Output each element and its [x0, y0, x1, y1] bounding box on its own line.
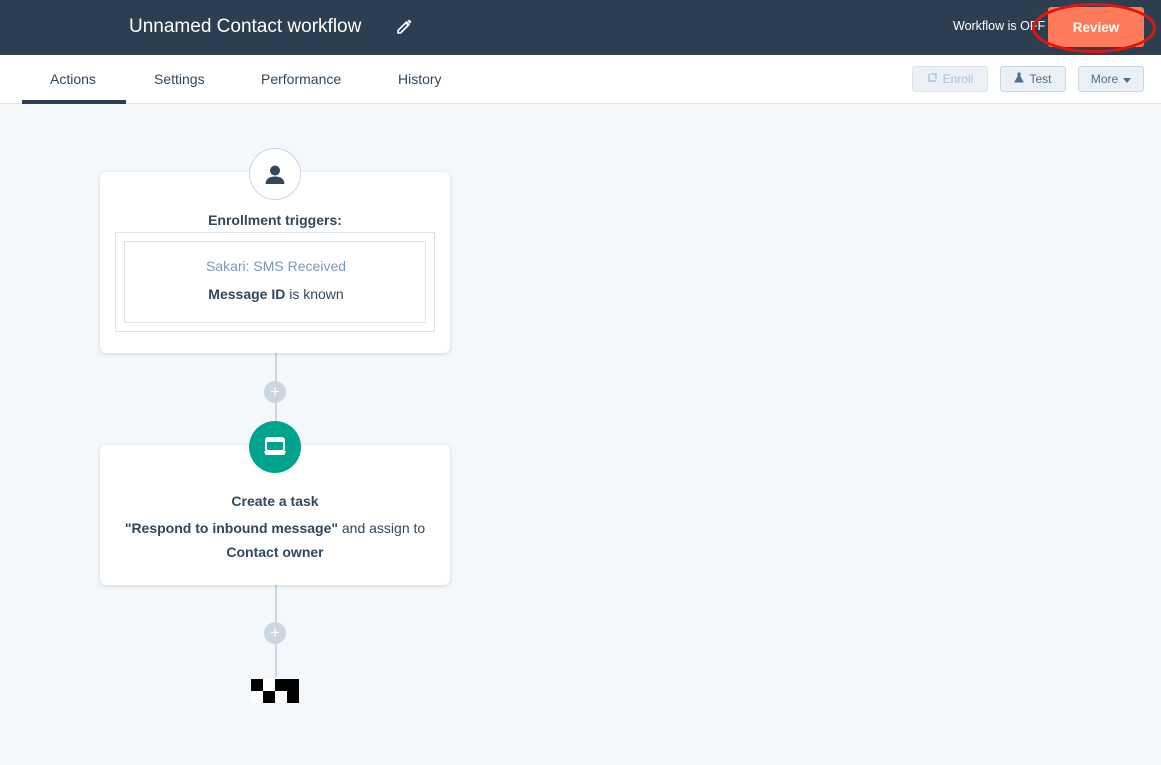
plus-icon[interactable]: + — [264, 381, 286, 403]
tab-actions[interactable]: Actions — [50, 70, 96, 88]
checkered-flag-icon — [251, 679, 299, 703]
task-description: "Respond to inbound message" and assign … — [120, 516, 430, 564]
test-button[interactable]: Test — [1000, 66, 1066, 92]
filter-property: Message ID — [208, 286, 286, 302]
more-dropdown[interactable]: More — [1078, 66, 1144, 92]
tab-bar: Actions Settings Performance History Enr… — [0, 55, 1161, 104]
enroll-icon — [927, 67, 938, 91]
active-tab-indicator — [22, 100, 126, 104]
trigger-filter-text: Message ID is known — [125, 285, 427, 303]
workflow-title: Unnamed Contact workflow — [129, 16, 362, 37]
caret-down-icon — [1123, 67, 1132, 91]
tab-history[interactable]: History — [398, 70, 442, 88]
flask-icon — [1014, 67, 1025, 91]
enroll-button[interactable]: Enroll — [912, 66, 988, 92]
trigger-group: Sakari: SMS Received Message ID is known — [115, 232, 435, 332]
enrollment-triggers-heading: Enrollment triggers: — [208, 212, 342, 228]
trigger-filter-box[interactable]: Sakari: SMS Received Message ID is known — [124, 241, 426, 323]
contact-icon — [249, 148, 301, 200]
filter-condition: is known — [289, 286, 344, 302]
task-assignee: Contact owner — [226, 544, 324, 560]
trigger-source: Sakari: SMS Received — [205, 258, 347, 274]
test-label: Test — [1029, 72, 1052, 86]
review-button[interactable]: Review — [1048, 7, 1144, 47]
workflow-status: Workflow is OFF — [953, 19, 1046, 33]
more-label: More — [1090, 72, 1119, 86]
top-bar: Unnamed Contact workflow Workflow is OFF… — [0, 0, 1161, 55]
plus-icon[interactable]: + — [264, 622, 286, 644]
create-task-heading: Create a task — [231, 493, 319, 509]
task-name: "Respond to inbound message" — [124, 520, 338, 536]
assign-text: and assign to — [341, 520, 426, 536]
enroll-label: Enroll — [942, 72, 974, 86]
tab-performance[interactable]: Performance — [261, 70, 341, 88]
pencil-icon[interactable] — [395, 17, 413, 35]
tab-settings[interactable]: Settings — [154, 70, 205, 88]
task-icon — [249, 421, 301, 473]
